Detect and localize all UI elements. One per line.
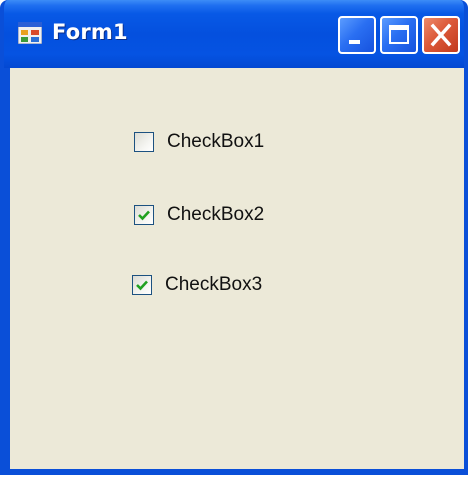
checkbox-1-box[interactable] [134, 132, 154, 152]
checkbox-1[interactable]: CheckBox1 [134, 127, 264, 157]
maximize-button[interactable] [380, 16, 418, 54]
title-bar[interactable]: Form1 [4, 0, 464, 68]
checkbox-2-label[interactable]: CheckBox2 [167, 204, 264, 226]
checkbox-3[interactable]: CheckBox3 [132, 270, 262, 300]
minimize-button[interactable] [338, 16, 376, 54]
maximize-icon [389, 25, 409, 44]
window-title: Form1 [52, 20, 128, 44]
checkbox-2[interactable]: CheckBox2 [134, 200, 264, 230]
checkbox-3-label[interactable]: CheckBox3 [165, 274, 262, 296]
form-client-area: CheckBox1 CheckBox2 CheckBox3 [10, 68, 464, 469]
checkbox-1-label[interactable]: CheckBox1 [167, 131, 264, 153]
checkmark-icon [136, 280, 148, 291]
form-window: Form1 CheckBox1 CheckBox2 CheckBox3 [0, 0, 468, 475]
close-button[interactable] [422, 16, 460, 54]
checkmark-icon [138, 210, 150, 221]
close-icon [430, 23, 452, 47]
form-app-icon[interactable] [17, 21, 43, 45]
minimize-icon [349, 40, 360, 44]
checkbox-2-box[interactable] [134, 205, 154, 225]
checkbox-3-box[interactable] [132, 275, 152, 295]
